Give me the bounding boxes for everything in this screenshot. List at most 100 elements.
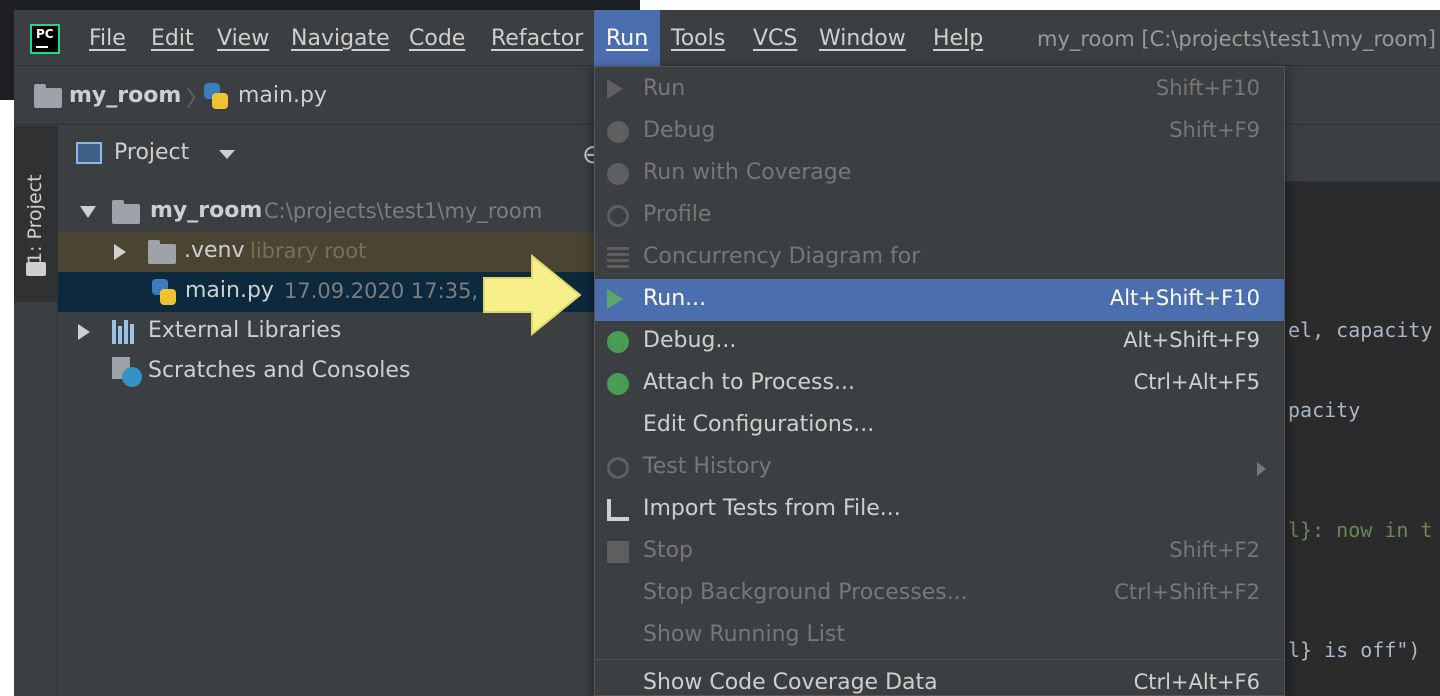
expand-arrow-down-icon[interactable] — [80, 206, 96, 218]
menu-item-label: Debug... — [643, 328, 737, 353]
menu-item-shortcut: Shift+F10 — [1155, 76, 1260, 100]
menu-item-label: Stop — [643, 538, 694, 563]
attach-icon — [607, 373, 629, 395]
menu-item-label: Edit Configurations... — [643, 412, 875, 437]
bug-icon — [607, 121, 629, 143]
project-folder-icon — [26, 262, 46, 276]
menu-item-label: Run... — [643, 286, 707, 311]
run-menu-item-run-dialog[interactable]: Run... Alt+Shift+F10 — [595, 279, 1284, 321]
tree-item-scratches[interactable]: Scratches and Consoles — [58, 352, 598, 392]
run-menu-item-edit-configurations[interactable]: Edit Configurations... — [595, 405, 1284, 447]
menu-item-shortcut: Ctrl+Alt+F5 — [1133, 370, 1260, 394]
concurrency-icon — [607, 247, 629, 269]
folder-icon — [112, 200, 140, 224]
coverage-icon — [607, 163, 629, 185]
menu-item-shortcut: Alt+Shift+F9 — [1123, 328, 1260, 352]
pointer-arrow-icon — [483, 254, 582, 336]
menu-item-shortcut: Ctrl+Shift+F2 — [1114, 580, 1260, 604]
menu-refactor[interactable]: Refactor — [491, 10, 583, 66]
menu-item-shortcut: Alt+Shift+F10 — [1109, 286, 1260, 310]
menu-item-label: Show Running List — [643, 622, 845, 647]
menu-help[interactable]: Help — [933, 10, 983, 66]
project-panel: Project ⊖ my_room C:\projects\test1\my_r… — [58, 126, 604, 696]
play-icon — [607, 79, 623, 99]
menu-item-label: Stop Background Processes... — [643, 580, 968, 605]
menu-item-shortcut: Shift+F2 — [1169, 538, 1260, 562]
menu-item-label: Attach to Process... — [643, 370, 855, 395]
profile-icon — [607, 205, 629, 227]
run-menu-dropdown: Run Shift+F10 Debug Shift+F9 Run with Co… — [594, 66, 1285, 696]
menu-item-label: Debug — [643, 118, 716, 143]
tool-tab-project-label: 1: Project — [24, 174, 46, 264]
menu-item-label: Show Code Coverage Data — [643, 670, 938, 695]
menu-item-shortcut: Ctrl+Alt+F6 — [1133, 670, 1260, 694]
run-menu-item-run[interactable]: Run Shift+F10 — [595, 69, 1284, 111]
run-menu-item-attach-to-process[interactable]: Attach to Process... Ctrl+Alt+F5 — [595, 363, 1284, 405]
menu-bar: PC File Edit View Navigate Code Refactor… — [14, 10, 1440, 66]
menu-file[interactable]: File — [89, 10, 126, 66]
python-file-icon — [204, 83, 228, 109]
menu-separator — [595, 659, 1284, 660]
menu-view[interactable]: View — [217, 10, 269, 66]
tree-item-label: External Libraries — [148, 318, 342, 343]
code-line: l} is off") — [1288, 638, 1421, 662]
run-menu-item-concurrency-diagram[interactable]: Concurrency Diagram for — [595, 237, 1284, 279]
menu-tools[interactable]: Tools — [671, 10, 725, 66]
project-panel-header: Project ⊖ — [58, 126, 604, 182]
project-view-icon — [76, 142, 102, 164]
menu-run[interactable]: Run — [594, 10, 661, 66]
tree-item-path: C:\projects\test1\my_room — [264, 199, 543, 223]
bug-icon — [607, 331, 629, 353]
menu-item-label: Run with Coverage — [643, 160, 852, 185]
menu-edit[interactable]: Edit — [151, 10, 194, 66]
run-menu-item-stop-background[interactable]: Stop Background Processes... Ctrl+Shift+… — [595, 573, 1284, 615]
chevron-down-icon[interactable] — [219, 150, 235, 159]
run-menu-item-show-running-list[interactable]: Show Running List — [595, 615, 1284, 657]
tool-tab-project[interactable]: 1: Project — [14, 126, 58, 302]
tree-item-label: main.py — [185, 278, 274, 303]
menu-code[interactable]: Code — [409, 10, 465, 66]
window-title: my_room [C:\projects\test1\my_room] — [1037, 27, 1436, 51]
code-line: el, capacity — [1288, 318, 1433, 342]
run-menu-item-debug[interactable]: Debug Shift+F9 — [595, 111, 1284, 153]
history-icon — [607, 457, 629, 479]
tree-item-label: Scratches and Consoles — [148, 358, 411, 383]
run-menu-item-show-coverage-data[interactable]: Show Code Coverage Data Ctrl+Alt+F6 — [595, 663, 1284, 696]
folder-icon — [34, 84, 62, 108]
menu-item-label: Concurrency Diagram for — [643, 244, 921, 269]
run-menu-item-profile[interactable]: Profile — [595, 195, 1284, 237]
code-line: pacity — [1288, 398, 1361, 422]
submenu-arrow-icon — [1257, 462, 1266, 476]
tree-item-my-room[interactable]: my_room C:\projects\test1\my_room — [58, 192, 598, 232]
libraries-icon — [112, 320, 138, 344]
menu-item-shortcut: Shift+F9 — [1169, 118, 1260, 142]
menu-window[interactable]: Window — [819, 10, 906, 66]
code-line: l}: now in t — [1288, 518, 1433, 542]
menu-item-label: Import Tests from File... — [643, 496, 901, 521]
run-menu-item-import-tests[interactable]: Import Tests from File... — [595, 489, 1284, 531]
expand-arrow-right-icon[interactable] — [114, 244, 126, 260]
run-menu-item-test-history[interactable]: Test History — [595, 447, 1284, 489]
tree-item-meta: library root — [250, 239, 367, 263]
menu-vcs[interactable]: VCS — [753, 10, 797, 66]
breadcrumb-file[interactable]: main.py — [238, 83, 327, 108]
left-tool-strip: 1: Project — [14, 126, 58, 696]
expand-arrow-right-icon[interactable] — [78, 324, 90, 340]
scratches-icon — [112, 357, 142, 387]
import-icon — [607, 499, 629, 521]
folder-icon — [148, 240, 176, 264]
breadcrumb-project[interactable]: my_room — [69, 83, 181, 108]
python-file-icon — [152, 279, 176, 305]
project-view-selector[interactable]: Project — [114, 140, 189, 165]
pycharm-logo-icon: PC — [30, 24, 60, 54]
tree-item-label: .venv — [184, 238, 245, 263]
run-menu-item-run-with-coverage[interactable]: Run with Coverage — [595, 153, 1284, 195]
run-menu-item-stop[interactable]: Stop Shift+F2 — [595, 531, 1284, 573]
menu-item-label: Profile — [643, 202, 712, 227]
tree-item-label: my_room — [150, 198, 263, 223]
menu-navigate[interactable]: Navigate — [291, 10, 390, 66]
menu-item-label: Test History — [643, 454, 772, 479]
run-menu-item-debug-dialog[interactable]: Debug... Alt+Shift+F9 — [595, 321, 1284, 363]
play-icon — [607, 289, 623, 309]
menu-item-label: Run — [643, 76, 686, 101]
